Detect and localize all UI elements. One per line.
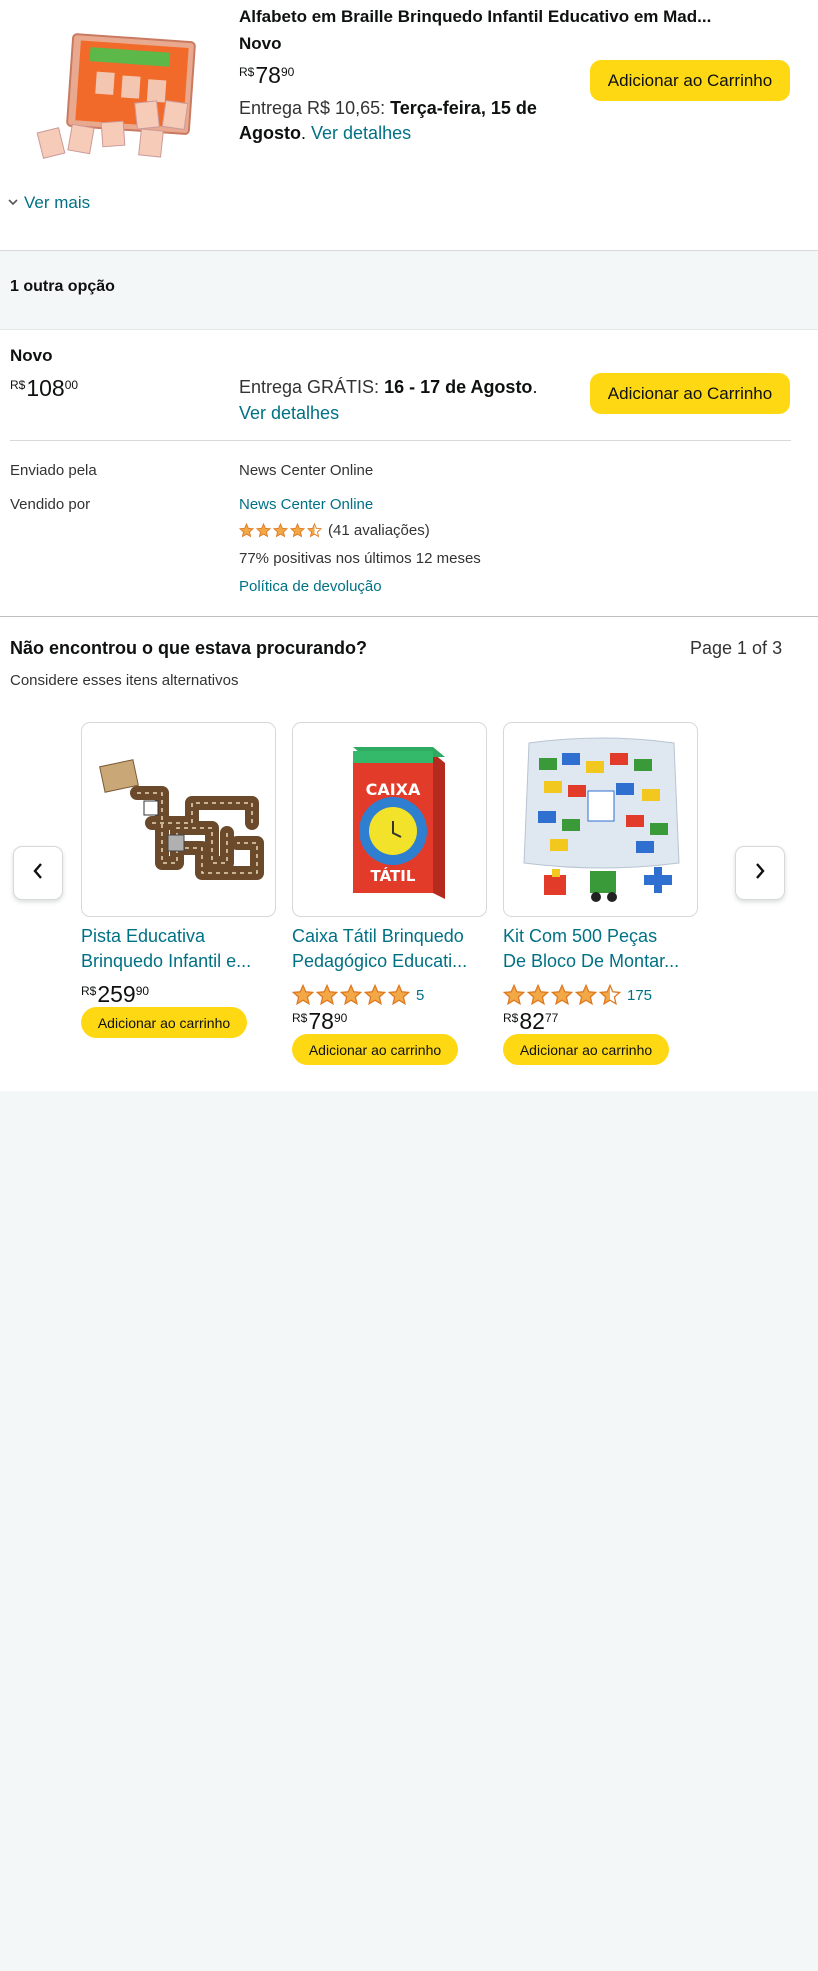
chevron-left-icon	[32, 862, 44, 885]
price-whole: 259	[97, 981, 136, 1007]
box-bottom-text: TÁTIL	[371, 866, 416, 885]
alternatives-subheading: Considere esses itens alternativos	[10, 672, 239, 689]
offer-price: R$ 108 00	[10, 377, 78, 400]
star-icon	[503, 984, 525, 1006]
chevron-down-icon	[8, 197, 18, 209]
star-rating-icon	[292, 984, 410, 1006]
shipped-by-value: News Center Online	[239, 462, 374, 479]
delivery-period: .	[532, 377, 538, 397]
price-cents: 90	[333, 1011, 348, 1025]
star-icon	[316, 984, 338, 1006]
shipped-by-label: Enviado pela	[10, 462, 97, 479]
alternative-price: R$ 82 77	[503, 1010, 558, 1033]
carousel-prev-button[interactable]	[13, 846, 63, 900]
star-icon	[527, 984, 549, 1006]
rating-count: 5	[416, 986, 425, 1004]
rating-count: 175	[627, 986, 653, 1004]
chevron-right-icon	[754, 862, 766, 885]
price-currency: R$	[239, 65, 255, 79]
alternative-add-to-cart-button[interactable]: Adicionar ao carrinho	[292, 1034, 458, 1065]
price-whole: 82	[519, 1008, 545, 1034]
return-policy-link[interactable]: Política de devolução	[239, 578, 382, 595]
other-options-header: 1 outra opção	[0, 250, 818, 330]
price-currency: R$	[292, 1011, 308, 1025]
title-line1: Caixa Tátil Brinquedo	[292, 926, 464, 946]
delivery-prefix: Entrega GRÁTIS:	[239, 377, 385, 397]
star-icon	[575, 984, 597, 1006]
price-cents: 90	[135, 984, 150, 998]
alternative-add-to-cart-button[interactable]: Adicionar ao carrinho	[503, 1034, 669, 1065]
star-icon	[256, 523, 271, 538]
alternative-card-image[interactable]	[503, 722, 698, 917]
delivery-prefix: Entrega R$ 10,65:	[239, 98, 391, 118]
seller-positive-text: 77% positivas nos últimos 12 meses	[239, 550, 481, 567]
alternative-title[interactable]: Caixa Tátil Brinquedo Pedagógico Educati…	[292, 924, 492, 974]
page-indicator: Page 1 of 3	[690, 638, 783, 658]
price-currency: R$	[81, 984, 97, 998]
star-icon	[364, 984, 386, 1006]
title-line1: Kit Com 500 Peças	[503, 926, 658, 946]
price-whole: 78	[308, 1008, 334, 1034]
alternative-rating[interactable]: 5	[292, 984, 424, 1006]
details-link[interactable]: Ver detalhes	[239, 403, 339, 423]
box-top-text: CAIXA	[366, 780, 421, 799]
details-link[interactable]: Ver detalhes	[311, 123, 411, 143]
title-line2: De Bloco De Montar...	[503, 951, 680, 971]
price-cents: 77	[544, 1011, 559, 1025]
offer-divider	[10, 440, 791, 441]
add-to-cart-button[interactable]: Adicionar ao Carrinho	[590, 60, 790, 101]
rating-count: (41 avaliações)	[328, 522, 430, 539]
price-currency: R$	[503, 1011, 519, 1025]
delivery-date-line1: Terça-feira, 15 de	[390, 98, 537, 118]
see-more-toggle[interactable]: Ver mais	[8, 193, 90, 213]
price-cents: 00	[64, 378, 79, 392]
star-icon	[239, 523, 254, 538]
price-whole: 108	[26, 375, 65, 401]
alternative-rating[interactable]: 175	[503, 984, 652, 1006]
carousel-next-button[interactable]	[735, 846, 785, 900]
section-divider	[0, 616, 818, 617]
alternative-add-to-cart-button[interactable]: Adicionar ao carrinho	[81, 1007, 247, 1038]
star-icon	[551, 984, 573, 1006]
delivery-info: Entrega R$ 10,65: Terça-feira, 15 de Ago…	[239, 96, 569, 146]
product-condition: Novo	[239, 34, 282, 53]
star-icon	[273, 523, 288, 538]
star-icon	[292, 984, 314, 1006]
delivery-dates: 16 - 17 de Agosto	[384, 377, 533, 397]
sold-by-value[interactable]: News Center Online	[239, 496, 373, 513]
see-more-label: Ver mais	[24, 193, 91, 212]
product-image[interactable]	[30, 30, 200, 166]
price-cents: 90	[280, 65, 295, 79]
star-rating-icon	[239, 523, 322, 538]
offer-add-to-cart-button[interactable]: Adicionar ao Carrinho	[590, 373, 790, 414]
title-line2: Brinquedo Infantil e...	[81, 951, 252, 971]
sold-by-label: Vendido por	[10, 496, 91, 513]
offer-delivery-info: Entrega GRÁTIS: 16 - 17 de Agosto. Ver d…	[239, 374, 569, 426]
price-whole: 78	[255, 62, 281, 88]
star-icon	[290, 523, 305, 538]
alternative-title[interactable]: Kit Com 500 Peças De Bloco De Montar...	[503, 924, 703, 974]
alternative-title[interactable]: Pista Educativa Brinquedo Infantil e...	[81, 924, 281, 974]
star-icon	[388, 984, 410, 1006]
title-line2: Pedagógico Educati...	[292, 951, 468, 971]
alternatives-heading: Não encontrou o que estava procurando?	[10, 638, 368, 658]
offer-condition: Novo	[10, 346, 53, 365]
delivery-date-line2: Agosto	[239, 123, 301, 143]
product-title[interactable]: Alfabeto em Braille Brinquedo Infantil E…	[239, 6, 799, 28]
alternative-price: R$ 78 90	[292, 1010, 347, 1033]
other-options-heading: 1 outra opção	[10, 278, 115, 295]
alternative-price: R$ 259 90	[81, 983, 149, 1006]
title-line1: Pista Educativa	[81, 926, 206, 946]
price-currency: R$	[10, 378, 26, 392]
alternative-card-image[interactable]: CAIXA TÁTIL	[292, 722, 487, 917]
alternative-card-image[interactable]	[81, 722, 276, 917]
product-price: R$ 78 90	[239, 64, 294, 87]
star-icon	[599, 984, 621, 1006]
star-rating-icon	[503, 984, 621, 1006]
delivery-period: .	[301, 123, 312, 143]
star-icon	[340, 984, 362, 1006]
seller-rating[interactable]: (41 avaliações)	[239, 522, 430, 539]
star-icon	[307, 523, 322, 538]
